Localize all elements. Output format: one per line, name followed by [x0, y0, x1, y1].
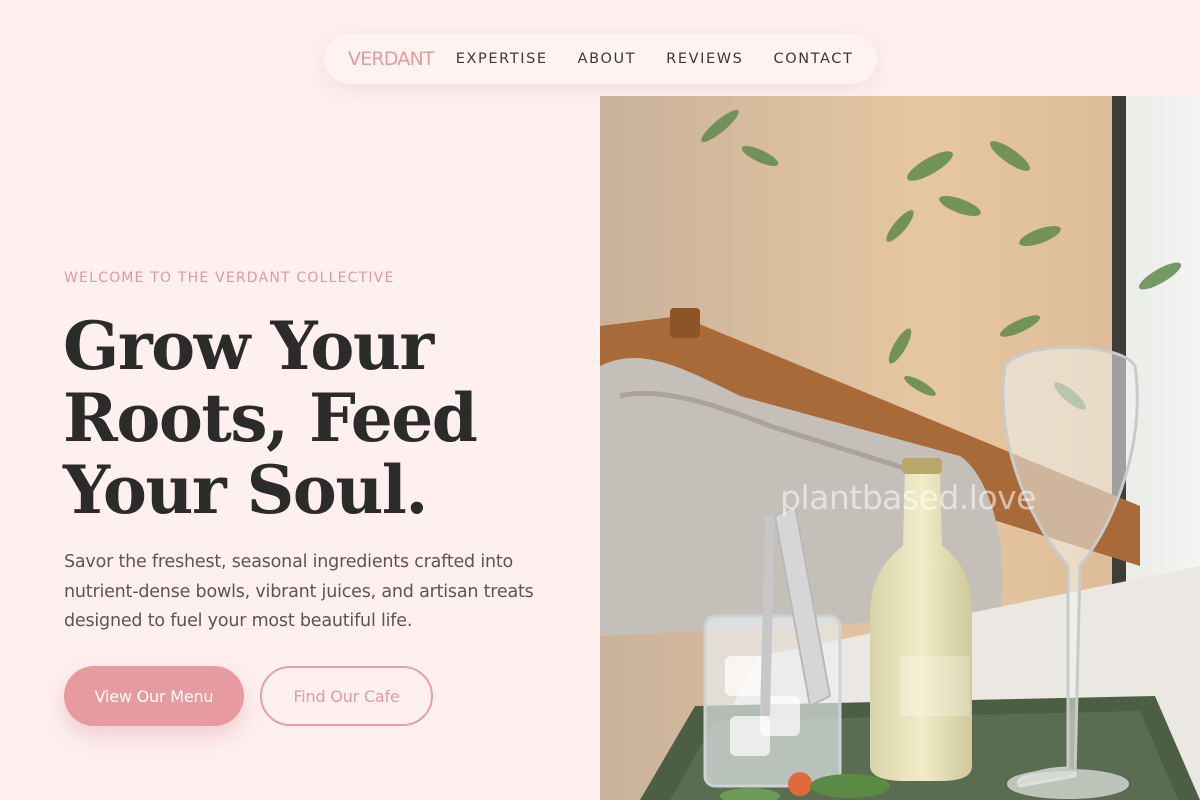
landing-page: VERDANT EXPERTISE ABOUT REVIEWS CONTACT …: [0, 0, 1200, 800]
photo-watermark: plantbased.love: [780, 478, 1036, 517]
nav-link-expertise[interactable]: EXPERTISE: [456, 51, 548, 67]
hero-photo: plantbased.love: [600, 96, 1200, 800]
hero-eyebrow: WELCOME TO THE VERDANT COLLECTIVE: [64, 270, 395, 286]
top-nav: VERDANT EXPERTISE ABOUT REVIEWS CONTACT: [324, 34, 877, 84]
nav-link-about[interactable]: ABOUT: [578, 51, 637, 67]
headline-line-2: Roots, Feed: [63, 379, 478, 457]
headline-line-1: Grow Your: [63, 307, 434, 385]
hero-subtitle: Savor the freshest, seasonal ingredients…: [64, 552, 534, 631]
nav-link-contact[interactable]: CONTACT: [773, 51, 853, 67]
cafe-table-illustration: [600, 96, 1200, 800]
hero-headline: Grow Your Roots, Feed Your Soul.: [63, 310, 533, 526]
find-cafe-button[interactable]: Find Our Cafe: [260, 666, 433, 726]
nav-link-reviews[interactable]: REVIEWS: [666, 51, 743, 67]
view-menu-button[interactable]: View Our Menu: [64, 666, 244, 726]
headline-line-3: Your Soul.: [63, 451, 428, 529]
brand-logo[interactable]: VERDANT: [348, 48, 435, 70]
